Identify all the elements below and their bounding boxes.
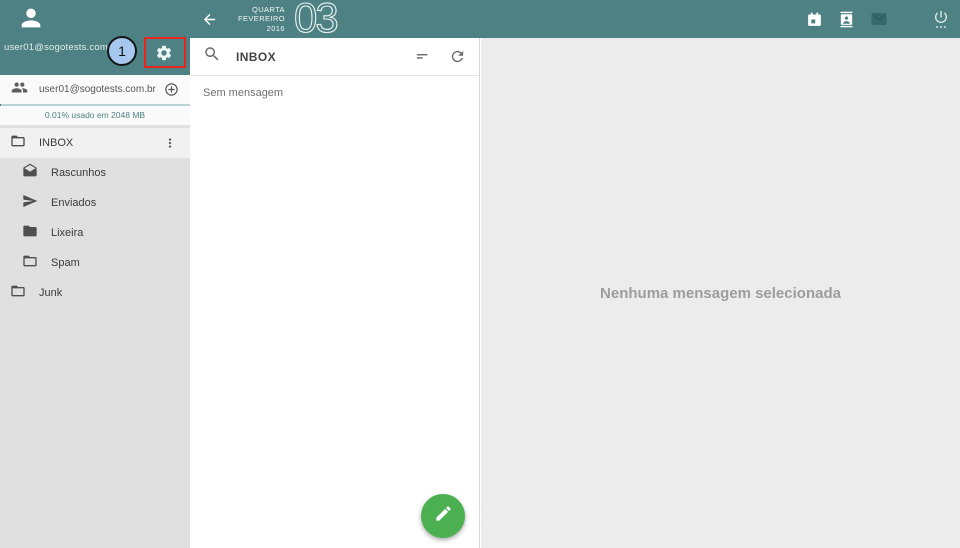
folder-row-lixeira[interactable]: Lixeira bbox=[0, 218, 190, 248]
mailbox-title: INBOX bbox=[236, 50, 276, 64]
account-email-label: user01@sogotests.com.br bbox=[39, 84, 156, 95]
folder-filled-icon bbox=[22, 223, 38, 244]
annotation-highlight-box bbox=[144, 37, 186, 68]
header-icons bbox=[806, 0, 949, 38]
more-vert-icon[interactable] bbox=[163, 136, 177, 150]
svg-text:03: 03 bbox=[294, 0, 337, 36]
sidebar: user01@sogotests.com.br 1 user01@sogotes… bbox=[0, 0, 190, 548]
folder-label: Spam bbox=[51, 257, 80, 269]
user-email-label: user01@sogotests.com.br bbox=[4, 42, 120, 53]
folder-row-enviados[interactable]: Enviados bbox=[0, 188, 190, 218]
message-list-panel: INBOX Sem mensagem bbox=[190, 38, 480, 548]
date-day-number: 03 bbox=[292, 0, 348, 41]
message-viewer-panel: Nenhuma mensagem selecionada bbox=[481, 38, 960, 548]
drafts-icon bbox=[22, 163, 38, 184]
folder-row-inbox[interactable]: INBOX bbox=[0, 128, 190, 158]
compose-button[interactable] bbox=[421, 494, 465, 538]
date-year: 2016 bbox=[238, 24, 285, 34]
date-month: FEVEREIRO bbox=[238, 14, 285, 24]
quota-section: 0.01% usado em 2048 MB bbox=[0, 104, 190, 125]
sidebar-header: user01@sogotests.com.br 1 bbox=[0, 0, 190, 75]
folder-label: Enviados bbox=[51, 197, 96, 209]
send-icon bbox=[22, 193, 38, 214]
quota-label: 0.01% usado em 2048 MB bbox=[0, 110, 190, 120]
account-row[interactable]: user01@sogotests.com.br bbox=[0, 75, 190, 104]
arrow-back-icon[interactable] bbox=[201, 11, 218, 28]
contacts-icon[interactable] bbox=[838, 11, 855, 28]
add-circle-icon[interactable] bbox=[164, 82, 179, 97]
group-icon bbox=[11, 79, 28, 101]
calendar-icon[interactable] bbox=[806, 11, 823, 28]
power-icon[interactable] bbox=[933, 9, 949, 29]
folder-label: INBOX bbox=[39, 137, 73, 149]
refresh-icon[interactable] bbox=[449, 48, 466, 65]
power-dots bbox=[935, 25, 947, 29]
date-weekday: QUARTA bbox=[238, 5, 285, 15]
folder-outline-icon bbox=[22, 253, 38, 274]
folder-label: Lixeira bbox=[51, 227, 83, 239]
person-avatar-icon bbox=[17, 4, 45, 37]
mail-icon[interactable] bbox=[870, 10, 888, 28]
folder-row-spam[interactable]: Spam bbox=[0, 248, 190, 278]
empty-viewer-message: Nenhuma mensagem selecionada bbox=[600, 285, 841, 302]
folder-outline-icon bbox=[10, 133, 26, 154]
date-block: QUARTA FEVEREIRO 2016 bbox=[238, 5, 285, 34]
folder-label: Junk bbox=[39, 287, 62, 299]
folder-label: Rascunhos bbox=[51, 167, 106, 179]
search-icon[interactable] bbox=[203, 45, 221, 68]
compose-pencil-icon bbox=[434, 504, 453, 528]
message-list-toolbar: INBOX bbox=[190, 38, 479, 76]
annotation-step-marker: 1 bbox=[107, 36, 137, 66]
folder-outline-icon bbox=[10, 283, 26, 304]
quota-progress-bar bbox=[0, 104, 190, 106]
sort-icon[interactable] bbox=[414, 48, 431, 65]
empty-list-message: Sem mensagem bbox=[190, 76, 479, 110]
folder-row-rascunhos[interactable]: Rascunhos bbox=[0, 158, 190, 188]
annotation-step-number: 1 bbox=[118, 43, 126, 59]
main-header: QUARTA FEVEREIRO 2016 03 bbox=[190, 0, 960, 38]
folder-row-junk[interactable]: Junk bbox=[0, 278, 190, 308]
folder-list: INBOX Rascunhos Enviados Lixeira bbox=[0, 125, 190, 308]
